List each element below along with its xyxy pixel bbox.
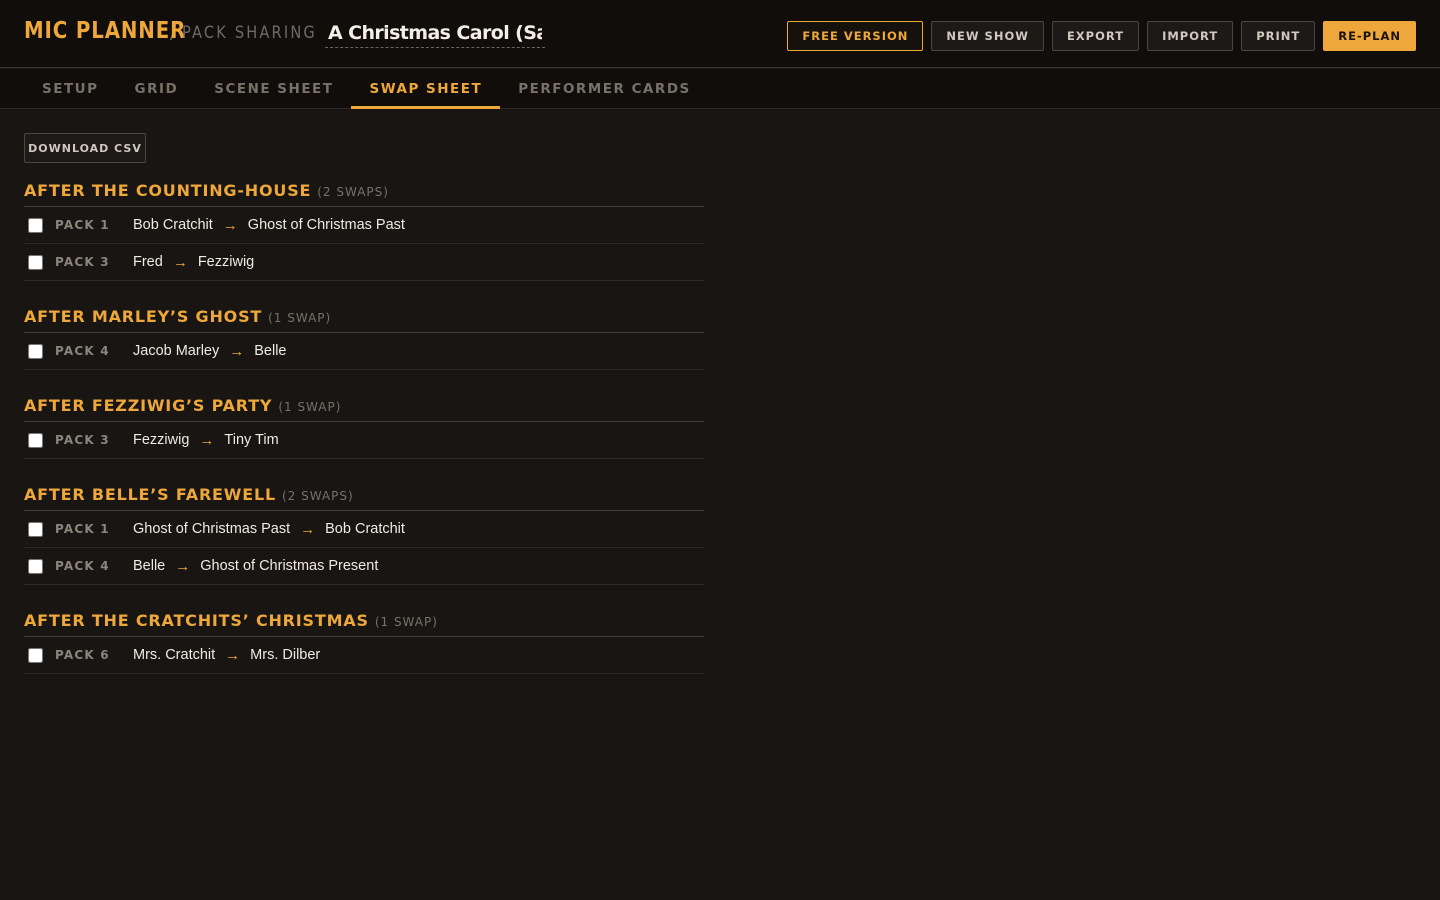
swap-done-checkbox[interactable]: [28, 217, 43, 233]
swap-row: PACK 3 Fezziwig → Tiny Tim: [24, 422, 704, 459]
app-subtitle: PACK SHARING: [182, 23, 318, 43]
swap-group-header: AFTER THE COUNTING-HOUSE (2 SWAPS): [24, 181, 704, 207]
swap-done-checkbox[interactable]: [28, 343, 43, 359]
tab-swap-sheet[interactable]: SWAP SHEET: [351, 69, 501, 109]
from-character: Fred: [133, 254, 163, 270]
swap-row: PACK 6 Mrs. Cratchit → Mrs. Dilber: [24, 637, 704, 674]
swap-group-header: AFTER BELLE’S FAREWELL (2 SWAPS): [24, 485, 704, 511]
export-button[interactable]: EXPORT: [1051, 21, 1140, 51]
arrow-right-icon: →: [229, 342, 245, 360]
swap-row: PACK 1 Ghost of Christmas Past → Bob Cratch…: [24, 511, 704, 548]
swap-row: PACK 4 Belle → Ghost of Christmas Present: [24, 548, 704, 585]
swap-count: (2 SWAPS): [281, 489, 354, 503]
brand: MIC PLANNER / PACK SHARING: [24, 18, 339, 50]
swap-sheet-panel: DOWNLOAD CSV AFTER THE COUNTING-HOUSE (2 …: [24, 133, 704, 674]
app-title: MIC PLANNER: [24, 18, 187, 44]
pack-label: PACK 4: [55, 559, 110, 573]
to-character: Mrs. Dilber: [250, 647, 321, 663]
arrow-right-icon: →: [172, 253, 188, 271]
tab-bar: SETUP GRID SCENE SHEET SWAP SHEET PERFOR…: [0, 69, 1440, 109]
tab-scene-sheet[interactable]: SCENE SHEET: [196, 69, 351, 109]
swap-group: AFTER THE COUNTING-HOUSE (2 SWAPS) PACK 1 B…: [24, 181, 704, 281]
swap-count: (2 SWAPS): [317, 185, 389, 199]
swap-group-title: AFTER THE COUNTING-HOUSE: [24, 181, 312, 200]
swap-group-header: AFTER THE CRATCHITS’ CHRISTMAS (1 SWAP): [24, 611, 704, 637]
swap-count: (1 SWAP): [374, 615, 438, 629]
swap-group-header: AFTER MARLEY’S GHOST (1 SWAP): [24, 307, 704, 333]
to-character: Bob Cratchit: [325, 521, 405, 537]
tab-setup[interactable]: SETUP: [24, 69, 117, 109]
from-character: Jacob Marley: [133, 343, 220, 359]
pack-label: PACK 3: [55, 433, 110, 447]
swap-group-title: AFTER FEZZIWIG’S PARTY: [24, 396, 273, 415]
arrow-right-icon: →: [199, 431, 215, 449]
pack-label: PACK 6: [55, 648, 110, 662]
swap-count: (1 SWAP): [268, 311, 332, 325]
arrow-right-icon: →: [222, 216, 238, 234]
from-character: Bob Cratchit: [133, 217, 213, 233]
toolbar: FREE VERSION NEW SHOW EXPORT IMPORT PRIN…: [787, 21, 1416, 51]
to-character: Belle: [254, 343, 287, 359]
pack-label: PACK 1: [55, 522, 110, 536]
from-character: Mrs. Cratchit: [133, 647, 216, 663]
from-character: Belle: [133, 558, 166, 574]
download-csv-button[interactable]: DOWNLOAD CSV: [24, 133, 146, 163]
to-character: Tiny Tim: [224, 432, 279, 448]
pack-label: PACK 1: [55, 218, 110, 232]
replan-button[interactable]: RE-PLAN: [1323, 21, 1416, 51]
free-version-button[interactable]: FREE VERSION: [787, 21, 924, 51]
swap-row: PACK 4 Jacob Marley → Belle: [24, 333, 704, 370]
swap-group: AFTER MARLEY’S GHOST (1 SWAP) PACK 4 Jacob …: [24, 307, 704, 370]
app-header: MIC PLANNER / PACK SHARING FREE VERSION …: [0, 0, 1440, 68]
tab-grid[interactable]: GRID: [117, 69, 197, 109]
swap-group-header: AFTER FEZZIWIG’S PARTY (1 SWAP): [24, 396, 704, 422]
swap-groups: AFTER THE COUNTING-HOUSE (2 SWAPS) PACK 1 B…: [24, 181, 704, 674]
swap-group: AFTER BELLE’S FAREWELL (2 SWAPS) PACK 1 Gho…: [24, 485, 704, 585]
swap-row: PACK 3 Fred → Fezziwig: [24, 244, 704, 281]
from-character: Ghost of Christmas Past: [133, 521, 291, 537]
from-character: Fezziwig: [133, 432, 190, 448]
import-button[interactable]: IMPORT: [1147, 21, 1234, 51]
show-title-input[interactable]: [325, 18, 545, 48]
pack-label: PACK 3: [55, 255, 110, 269]
print-button[interactable]: PRINT: [1241, 21, 1316, 51]
tab-list: SETUP GRID SCENE SHEET SWAP SHEET PERFOR…: [24, 69, 709, 109]
swap-done-checkbox[interactable]: [28, 432, 43, 448]
pack-label: PACK 4: [55, 344, 110, 358]
to-character: Fezziwig: [197, 254, 255, 270]
swap-row: PACK 1 Bob Cratchit → Ghost of Christmas Pa…: [24, 207, 704, 244]
swap-group: AFTER THE CRATCHITS’ CHRISTMAS (1 SWAP) PA…: [24, 611, 704, 674]
swap-done-checkbox[interactable]: [28, 647, 43, 663]
swap-done-checkbox[interactable]: [28, 558, 43, 574]
swap-group-title: AFTER MARLEY’S GHOST: [24, 307, 263, 326]
swap-done-checkbox[interactable]: [28, 254, 43, 270]
swap-group-title: AFTER BELLE’S FAREWELL: [24, 485, 276, 504]
swap-done-checkbox[interactable]: [28, 521, 43, 537]
arrow-right-icon: →: [175, 557, 191, 575]
swap-group-title: AFTER THE CRATCHITS’ CHRISTMAS: [24, 611, 369, 630]
arrow-right-icon: →: [300, 520, 316, 538]
swap-count: (1 SWAP): [278, 400, 342, 414]
arrow-right-icon: →: [225, 646, 241, 664]
to-character: Ghost of Christmas Present: [200, 558, 379, 574]
to-character: Ghost of Christmas Past: [247, 217, 405, 233]
new-show-button[interactable]: NEW SHOW: [931, 21, 1044, 51]
tab-performer-cards[interactable]: PERFORMER CARDS: [500, 69, 709, 109]
swap-group: AFTER FEZZIWIG’S PARTY (1 SWAP) PACK 3 Fezz…: [24, 396, 704, 459]
